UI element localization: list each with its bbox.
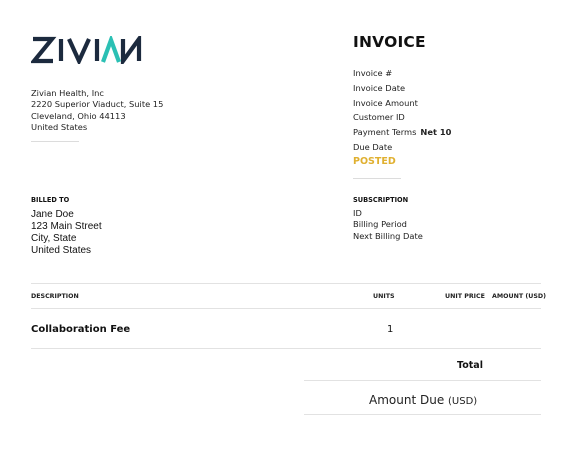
billed-to-country: United States bbox=[31, 245, 92, 256]
table-top-divider bbox=[31, 283, 541, 284]
status-divider bbox=[353, 178, 401, 179]
sender-street: 2220 Superior Viaduct, Suite 15 bbox=[31, 99, 164, 110]
amount-due-label: Amount Due bbox=[369, 393, 445, 407]
line-item-description: Collaboration Fee bbox=[31, 324, 131, 335]
billing-period: Billing Period bbox=[353, 219, 407, 230]
col-units: UNITS bbox=[373, 293, 395, 300]
sender-city: Cleveland, Ohio 44113 bbox=[31, 110, 126, 121]
invoice-amount-row: Invoice Amount bbox=[353, 97, 418, 108]
total-divider bbox=[304, 380, 541, 381]
subscription-id: ID bbox=[353, 208, 362, 218]
col-unit-price: UNIT PRICE bbox=[445, 293, 485, 300]
customer-id-row: Customer ID bbox=[353, 112, 405, 123]
sender-divider bbox=[31, 141, 79, 142]
payment-terms-value: Net 10 bbox=[420, 127, 452, 138]
amount-due-currency: (USD) bbox=[448, 396, 478, 407]
next-billing-date: Next Billing Date bbox=[353, 230, 423, 241]
col-description: DESCRIPTION bbox=[31, 293, 79, 300]
amount-due: Amount Due (USD) bbox=[369, 393, 477, 407]
sender-name: Zivian Health, Inc bbox=[31, 88, 104, 98]
table-header-divider bbox=[31, 308, 541, 309]
billed-to-heading: BILLED TO bbox=[31, 196, 70, 204]
invoice-meta: Invoice # Invoice Date Invoice Amount Cu… bbox=[353, 66, 451, 155]
billed-to-name: Jane Doe bbox=[31, 209, 74, 220]
sender-address: Zivian Health, Inc 2220 Superior Viaduct… bbox=[31, 88, 163, 134]
zivian-logo bbox=[31, 36, 142, 64]
line-item-units: 1 bbox=[387, 324, 394, 335]
col-amount: AMOUNT (USD) bbox=[492, 293, 546, 300]
sender-country: United States bbox=[31, 122, 88, 133]
table-bottom-divider bbox=[31, 348, 541, 349]
due-date-row: Due Date bbox=[353, 141, 393, 152]
billed-to-address: Jane Doe 123 Main Street City, State Uni… bbox=[31, 209, 102, 257]
invoice-number-row: Invoice # bbox=[353, 68, 393, 78]
invoice-title: INVOICE bbox=[353, 33, 426, 51]
invoice-date-row: Invoice Date bbox=[353, 82, 406, 93]
total-label: Total bbox=[457, 360, 483, 371]
billed-to-street: 123 Main Street bbox=[31, 221, 102, 232]
subscription-heading: SUBSCRIPTION bbox=[353, 196, 409, 204]
subscription-details: ID Billing Period Next Billing Date bbox=[353, 208, 423, 242]
billed-to-city: City, State bbox=[31, 233, 77, 244]
status-badge: POSTED bbox=[353, 156, 396, 167]
amount-due-divider bbox=[304, 414, 541, 415]
payment-terms-row: Payment Terms Net 10 bbox=[353, 127, 452, 138]
